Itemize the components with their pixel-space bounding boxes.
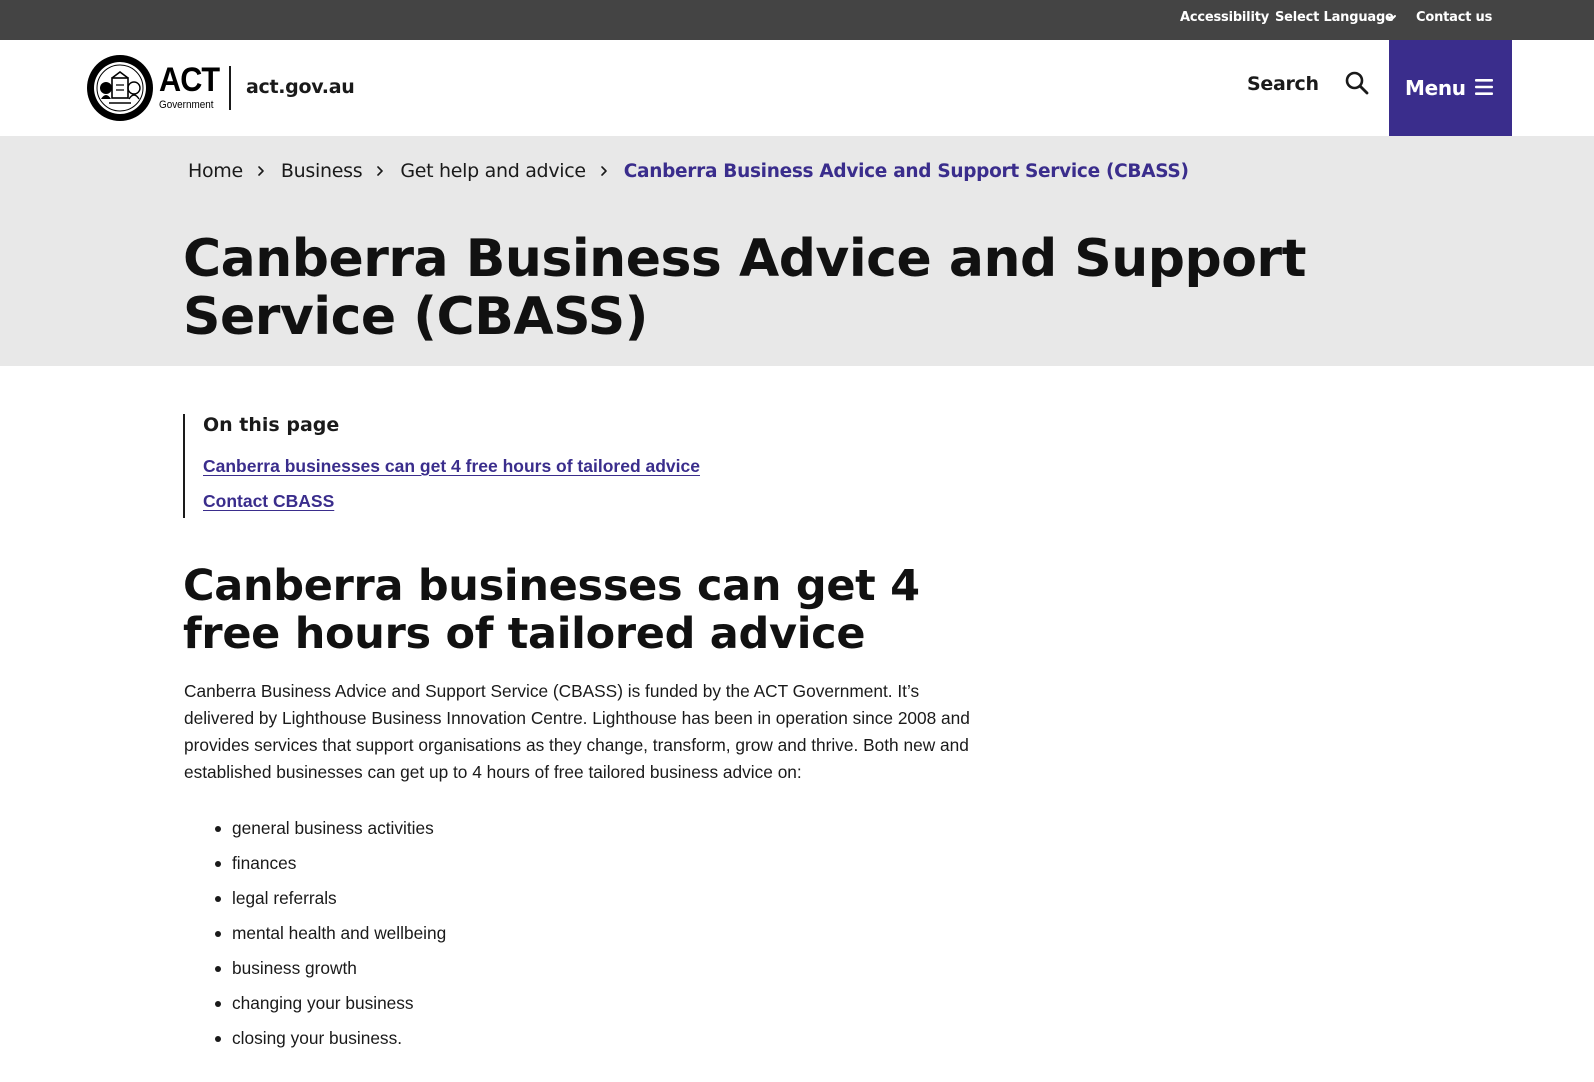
bullet bbox=[215, 931, 221, 937]
topic-text: closing your business. bbox=[232, 1028, 403, 1048]
contact-us-link[interactable]: Contact us bbox=[1416, 10, 1492, 25]
list-item: mental health and wellbeing bbox=[215, 916, 447, 951]
list-item: legal referrals bbox=[215, 881, 446, 916]
search-icon[interactable] bbox=[1344, 70, 1370, 96]
breadcrumb-current: Canberra Business Advice and Support Ser… bbox=[623, 160, 1189, 182]
list-item: changing your business bbox=[215, 986, 446, 1021]
menu-button[interactable]: Menu bbox=[1389, 40, 1512, 136]
bullet bbox=[215, 861, 221, 867]
breadcrumb: Home Business Get help and advice Canber… bbox=[188, 158, 1189, 184]
intro-paragraph: Canberra Business Advice and Support Ser… bbox=[184, 681, 970, 782]
topic-text: business growth bbox=[232, 958, 357, 978]
on-this-page-heading: On this page bbox=[203, 414, 340, 436]
page-hero: Home Business Get help and advice Canber… bbox=[0, 136, 1594, 366]
bullet bbox=[215, 1001, 221, 1007]
toc-link-free-advice[interactable]: Canberra businesses can get 4 free hours… bbox=[203, 456, 700, 477]
menu-label: Menu bbox=[1405, 76, 1466, 100]
topic-text: legal referrals bbox=[232, 888, 337, 908]
chevron-right-icon bbox=[377, 166, 384, 176]
logo-act-text: ACT bbox=[159, 61, 220, 99]
utility-bar: Accessibility Select Language Contact us bbox=[0, 0, 1594, 40]
on-this-page: On this page Canberra businesses can get… bbox=[183, 414, 700, 518]
toc-link-contact-cbass[interactable]: Contact CBASS bbox=[203, 491, 334, 512]
bullet bbox=[215, 966, 221, 972]
search-button-label[interactable]: Search bbox=[1247, 73, 1319, 95]
site-header: ACT Government act.gov.au Search Menu bbox=[0, 40, 1594, 136]
select-language-button[interactable]: Select Language bbox=[1275, 10, 1394, 25]
list-item: finances bbox=[215, 846, 446, 881]
bullet bbox=[215, 1036, 221, 1042]
site-domain-link[interactable]: act.gov.au bbox=[246, 76, 355, 98]
list-item: business growth bbox=[215, 951, 446, 986]
act-government-logo[interactable]: ACT Government bbox=[87, 55, 220, 121]
advice-topics-list: general business activities finances leg… bbox=[215, 811, 447, 1056]
topic-text: general business activities bbox=[232, 818, 434, 838]
bullet bbox=[215, 826, 221, 832]
page-title: Canberra Business Advice and Support Ser… bbox=[183, 229, 1306, 347]
chevron-right-icon bbox=[600, 166, 607, 176]
section-heading: Canberra businesses can get 4 free hours… bbox=[183, 561, 920, 659]
list-item: general business activities bbox=[215, 811, 446, 846]
topic-text: mental health and wellbeing bbox=[232, 923, 447, 943]
logo-divider bbox=[229, 66, 231, 110]
list-item: closing your business. bbox=[215, 1021, 446, 1056]
breadcrumb-business[interactable]: Business bbox=[281, 160, 363, 182]
accessibility-link[interactable]: Accessibility bbox=[1180, 10, 1269, 25]
breadcrumb-home[interactable]: Home bbox=[188, 160, 243, 182]
bullet bbox=[215, 896, 221, 902]
breadcrumb-get-help[interactable]: Get help and advice bbox=[400, 160, 586, 182]
topic-text: finances bbox=[232, 853, 297, 873]
menu-icon bbox=[1475, 79, 1493, 95]
chevron-right-icon bbox=[258, 166, 264, 176]
topic-text: changing your business bbox=[232, 993, 414, 1013]
act-seal-icon bbox=[87, 55, 153, 121]
logo-government-text: Government bbox=[159, 99, 214, 111]
chevron-down-icon[interactable] bbox=[1384, 11, 1398, 25]
